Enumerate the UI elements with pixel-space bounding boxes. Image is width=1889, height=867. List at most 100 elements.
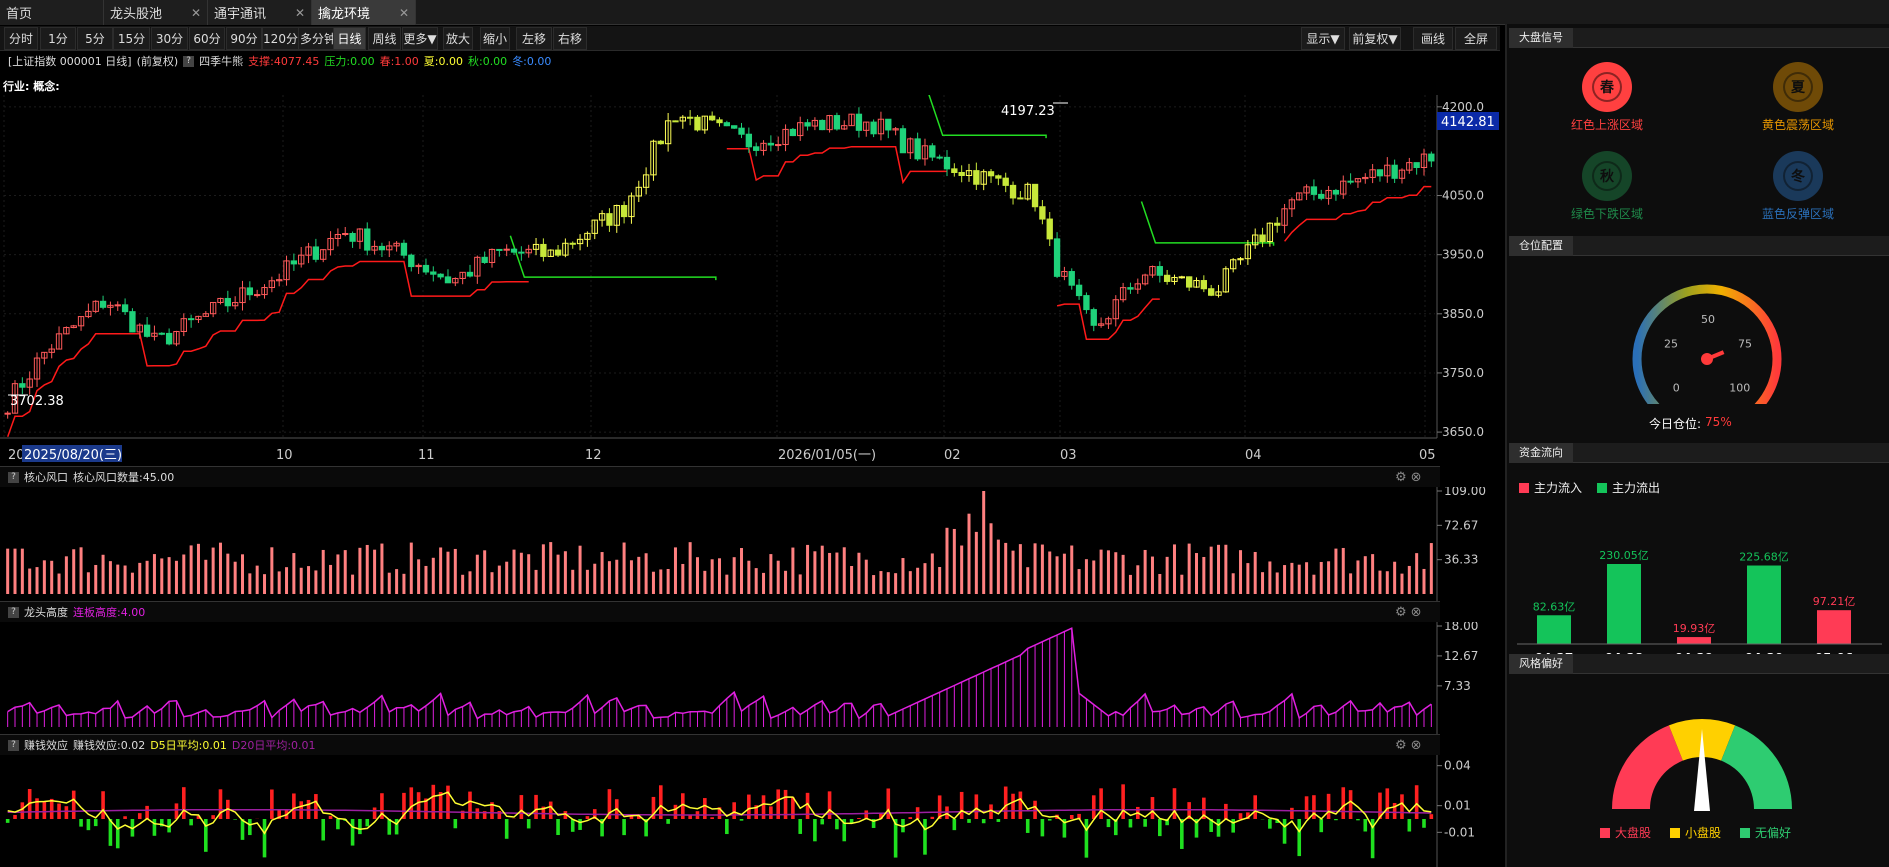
candle-body (121, 304, 129, 313)
style-gauge (1612, 719, 1792, 811)
price-tick-label: 3650.0 (1442, 425, 1484, 439)
close-icon[interactable]: ✕ (399, 6, 409, 20)
close-icon[interactable]: ⊗ (1411, 738, 1422, 753)
bar (681, 563, 685, 594)
tool-button[interactable]: 画线 (1413, 27, 1453, 50)
profit-effect-chart[interactable]: 0.04 0.01 -0.01 (0, 755, 1500, 867)
tick-label: 12.67 (1444, 649, 1478, 663)
bar (123, 565, 127, 594)
bar (967, 513, 971, 594)
bar (1150, 556, 1154, 594)
date-tick-label: 05 (1419, 448, 1436, 463)
bar (1048, 551, 1052, 594)
bar (762, 572, 766, 594)
help-icon[interactable]: ? (183, 55, 195, 67)
effect-bar (1106, 819, 1111, 828)
period-button[interactable]: 左移 (516, 27, 552, 50)
bar (1393, 561, 1397, 594)
season-winter[interactable]: 冬 蓝色反弹区域 (1733, 151, 1863, 222)
period-button[interactable]: 60分 (189, 27, 225, 50)
gear-icon[interactable]: ⚙ (1395, 738, 1407, 753)
help-icon[interactable]: ? (8, 739, 19, 751)
bar (174, 560, 178, 594)
bar (952, 528, 956, 594)
close-icon[interactable]: ⊗ (1411, 605, 1422, 620)
period-button[interactable]: 30分 (151, 27, 188, 50)
legend-spring: 春:1.00 (379, 55, 419, 68)
season-autumn[interactable]: 秋 绿色下跌区域 (1542, 151, 1672, 222)
effect-bar (967, 819, 971, 823)
effect-bar (394, 819, 399, 835)
close-icon[interactable]: ✕ (295, 6, 305, 20)
candle-body (1185, 276, 1193, 288)
legend-small-cap: 小盘股 (1670, 824, 1721, 841)
bar (600, 552, 604, 594)
bar (512, 549, 516, 594)
tick-label: -0.01 (1444, 825, 1475, 839)
tab-home[interactable]: 首页 (0, 0, 104, 25)
candle-body (1428, 153, 1435, 162)
industry-label: 行业: 概念: (3, 80, 60, 93)
height-chart[interactable]: 18.00 12.67 7.33 (0, 622, 1500, 735)
tool-button[interactable]: 显示▼ (1301, 27, 1345, 50)
season-summer[interactable]: 夏 黄色震荡区域 (1733, 62, 1863, 133)
period-button[interactable]: 右移 (553, 27, 587, 50)
period-button[interactable]: 分时 (4, 27, 38, 50)
bar (431, 557, 435, 594)
gear-icon[interactable]: ⚙ (1395, 470, 1407, 485)
candle-body (1068, 271, 1075, 286)
bar (1209, 546, 1213, 594)
period-button[interactable]: 缩小 (480, 27, 510, 50)
candlestick-chart[interactable]: 4200.0 4050.0 3950.0 3850.0 3750.0 3650.0 4197… (0, 95, 1500, 463)
period-button[interactable]: 周线 (368, 27, 401, 50)
bar (196, 543, 200, 594)
bar (1407, 565, 1411, 594)
season-spring[interactable]: 春 红色上涨区域 (1542, 62, 1672, 133)
core-bar-chart[interactable]: 109.00 72.67 36.33 (0, 487, 1500, 602)
bar (864, 559, 868, 594)
tab-stock[interactable]: 通宇通讯 ✕ (208, 0, 312, 25)
effect-bar (1040, 819, 1045, 837)
bar (42, 560, 46, 594)
effect-bar (79, 819, 83, 827)
effect-bar (1047, 819, 1052, 821)
effect-bar (1224, 803, 1228, 819)
tick-label: 7.33 (1444, 679, 1471, 693)
gear-icon[interactable]: ⚙ (1395, 605, 1407, 620)
bar (607, 561, 611, 594)
effect-bar (1282, 819, 1287, 844)
bar (204, 559, 208, 594)
period-button[interactable]: 更多▼ (402, 27, 438, 50)
bar (1026, 567, 1030, 594)
effect-bar (438, 792, 443, 819)
bar (1114, 552, 1118, 594)
period-button[interactable]: 日线 (333, 27, 366, 50)
candle-body (753, 146, 760, 151)
effect-bar (739, 819, 744, 821)
bar (1040, 544, 1044, 594)
period-button[interactable]: 多分钟 (298, 27, 338, 50)
candle-body (1391, 164, 1398, 179)
tab-leader-pool[interactable]: 龙头股池 ✕ (104, 0, 208, 25)
close-icon[interactable]: ✕ (191, 6, 201, 20)
tool-button[interactable]: 全屏 (1455, 27, 1497, 50)
bar (241, 554, 244, 594)
period-button[interactable]: 90分 (226, 27, 262, 50)
effect-bar (534, 794, 538, 819)
tab-environment[interactable]: 擒龙环境 ✕ (312, 0, 416, 25)
period-button[interactable]: 120分 (262, 27, 299, 50)
help-icon[interactable]: ? (8, 606, 19, 618)
panel-label-profit: 赚钱效应:0.02 (73, 739, 146, 752)
effect-bar (174, 803, 179, 819)
period-button[interactable]: 5分 (77, 27, 113, 50)
bar (1261, 572, 1265, 594)
effect-bar (446, 785, 450, 819)
period-button[interactable]: 15分 (113, 27, 150, 50)
bar (1004, 542, 1008, 594)
help-icon[interactable]: ? (8, 471, 19, 483)
period-button[interactable]: 1分 (40, 27, 76, 50)
tool-button[interactable]: 前复权▼ (1349, 27, 1401, 50)
period-button[interactable]: 放大 (443, 27, 473, 50)
close-icon[interactable]: ⊗ (1411, 470, 1422, 485)
candle-body (1413, 162, 1420, 169)
